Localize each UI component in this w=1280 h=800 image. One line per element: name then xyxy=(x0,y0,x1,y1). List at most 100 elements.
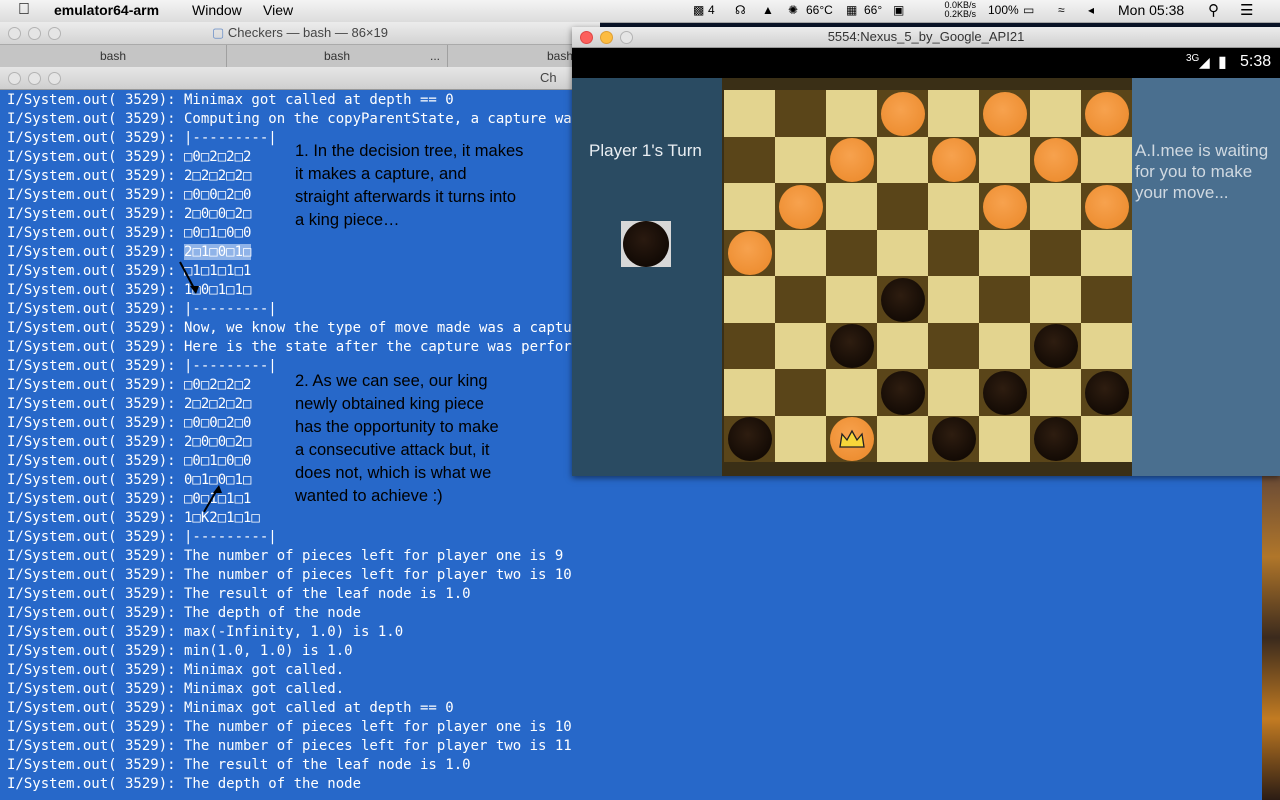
orange-piece[interactable] xyxy=(1033,138,1078,182)
orange-piece[interactable] xyxy=(982,91,1027,136)
wifi-icon[interactable]: ≈ xyxy=(1058,3,1065,17)
board-square[interactable] xyxy=(928,229,979,276)
zoom-button[interactable] xyxy=(48,27,61,40)
orange-piece[interactable] xyxy=(778,184,823,229)
emu-minimize-button[interactable] xyxy=(600,31,613,44)
spotlight-icon[interactable]: ⚲ xyxy=(1208,1,1219,19)
board-square[interactable] xyxy=(826,369,877,416)
board-square[interactable] xyxy=(928,322,979,369)
board-square[interactable] xyxy=(928,276,979,323)
orange-piece[interactable] xyxy=(1084,91,1129,136)
notification-icon[interactable]: ▩ xyxy=(693,3,704,17)
board-square[interactable] xyxy=(928,183,979,230)
board-square[interactable] xyxy=(1030,90,1081,137)
orange-piece[interactable] xyxy=(982,184,1027,229)
king-piece[interactable] xyxy=(829,417,874,461)
board-square[interactable] xyxy=(775,90,826,137)
board-square[interactable] xyxy=(724,90,775,137)
minimize-button[interactable] xyxy=(28,27,41,40)
right-panel: A.I.mee is waiting for you to make your … xyxy=(1132,78,1280,476)
headphones-icon[interactable]: ☊ xyxy=(735,3,746,17)
annotation-1: 1. In the decision tree, it makes it mak… xyxy=(295,140,523,232)
board-square[interactable] xyxy=(826,276,877,323)
black-piece[interactable] xyxy=(1033,324,1078,368)
board-square[interactable] xyxy=(979,136,1030,183)
board-square[interactable] xyxy=(877,229,928,276)
orange-piece[interactable] xyxy=(829,138,874,182)
menu-window[interactable]: Window xyxy=(192,2,242,18)
notification-center-icon[interactable]: ☰ xyxy=(1240,1,1253,19)
annotation-2-line: a consecutive attack but, it xyxy=(295,441,490,459)
menu-view[interactable]: View xyxy=(263,2,293,18)
board-square[interactable] xyxy=(1081,229,1132,276)
board-square[interactable] xyxy=(826,229,877,276)
black-piece[interactable] xyxy=(880,277,925,322)
board-square[interactable] xyxy=(1081,136,1132,183)
orange-piece[interactable] xyxy=(880,91,925,136)
emulator-titlebar[interactable]: 5554:Nexus_5_by_Google_API21 xyxy=(572,27,1280,48)
fan-icon[interactable]: ✺ xyxy=(788,3,798,17)
emu-zoom-button[interactable] xyxy=(620,31,633,44)
drive-icon[interactable]: ▲ xyxy=(762,3,774,17)
board-square[interactable] xyxy=(877,136,928,183)
log-line: I/System.out( 3529): The number of piece… xyxy=(7,738,572,754)
gpu-icon[interactable]: ▦ xyxy=(846,3,857,17)
board-square[interactable] xyxy=(877,183,928,230)
clock[interactable]: Mon 05:38 xyxy=(1118,2,1184,18)
terminal-titlebar[interactable]: ▢ Checkers — bash — 86×19 xyxy=(0,22,600,45)
close-button[interactable] xyxy=(8,27,21,40)
board-square[interactable] xyxy=(724,136,775,183)
emu-close-button[interactable] xyxy=(580,31,593,44)
board-square[interactable] xyxy=(775,136,826,183)
display-icon[interactable]: ▣ xyxy=(893,3,904,17)
battery-icon[interactable]: ▭ xyxy=(1023,3,1034,17)
board-square[interactable] xyxy=(877,322,928,369)
inner-close-button[interactable] xyxy=(8,72,21,85)
board-square[interactable] xyxy=(928,90,979,137)
board-square[interactable] xyxy=(1030,229,1081,276)
orange-piece[interactable] xyxy=(1084,184,1129,229)
inner-minimize-button[interactable] xyxy=(28,72,41,85)
board-square[interactable] xyxy=(1081,415,1132,462)
tab-overflow[interactable]: ... xyxy=(420,45,450,67)
board-square[interactable] xyxy=(1030,276,1081,323)
board-square[interactable] xyxy=(979,229,1030,276)
inner-window-titlebar[interactable]: Ch xyxy=(0,67,600,90)
board-square[interactable] xyxy=(724,183,775,230)
board-square[interactable] xyxy=(775,229,826,276)
board-square[interactable] xyxy=(979,276,1030,323)
black-piece[interactable] xyxy=(727,417,772,461)
app-menu[interactable]: emulator64-arm xyxy=(54,2,159,18)
board-square[interactable] xyxy=(1030,369,1081,416)
volume-icon[interactable]: ◂ xyxy=(1088,3,1094,17)
board-grid xyxy=(724,90,1132,462)
board-square[interactable] xyxy=(775,415,826,462)
apple-icon[interactable]:  xyxy=(18,1,30,19)
tab-bash-1[interactable]: bash xyxy=(0,45,227,67)
black-piece[interactable] xyxy=(880,370,925,415)
board-square[interactable] xyxy=(775,276,826,323)
board-square[interactable] xyxy=(1081,276,1132,323)
board-square[interactable] xyxy=(724,322,775,369)
tab-bash-2[interactable]: bash xyxy=(227,45,448,67)
board-square[interactable] xyxy=(979,415,1030,462)
board-square[interactable] xyxy=(979,322,1030,369)
board-square[interactable] xyxy=(1030,183,1081,230)
inner-zoom-button[interactable] xyxy=(48,72,61,85)
orange-piece[interactable] xyxy=(727,231,772,275)
board-square[interactable] xyxy=(1081,322,1132,369)
black-piece[interactable] xyxy=(1084,370,1129,415)
orange-piece[interactable] xyxy=(931,138,976,182)
black-piece[interactable] xyxy=(829,324,874,368)
black-piece[interactable] xyxy=(1033,417,1078,461)
board-square[interactable] xyxy=(724,369,775,416)
board-square[interactable] xyxy=(775,369,826,416)
board-square[interactable] xyxy=(877,415,928,462)
board-square[interactable] xyxy=(775,322,826,369)
black-piece[interactable] xyxy=(982,370,1027,415)
board-square[interactable] xyxy=(826,90,877,137)
board-square[interactable] xyxy=(826,183,877,230)
board-square[interactable] xyxy=(724,276,775,323)
black-piece[interactable] xyxy=(931,417,976,461)
board-square[interactable] xyxy=(928,369,979,416)
